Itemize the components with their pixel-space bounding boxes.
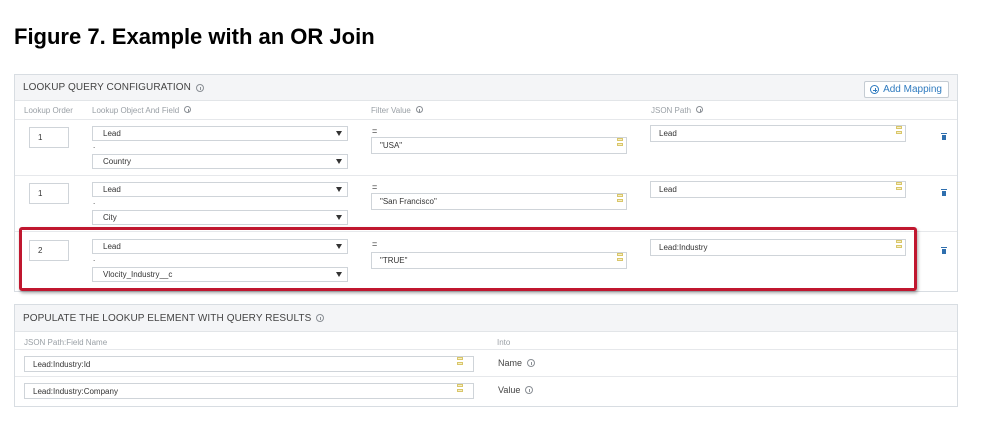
info-icon[interactable] bbox=[696, 106, 704, 113]
col-into: Into bbox=[497, 338, 511, 347]
lookup-object-select[interactable]: Lead bbox=[92, 126, 348, 141]
populate-panel: POPULATE THE LOOKUP ELEMENT WITH QUERY R… bbox=[14, 304, 958, 407]
col-json-path-label: JSON Path bbox=[651, 106, 692, 115]
json-field-input[interactable]: Lead:Industry:Id bbox=[24, 356, 474, 372]
data-field-icon[interactable] bbox=[616, 138, 624, 152]
json-path-input[interactable]: Lead:Industry bbox=[650, 239, 906, 256]
lookup-query-title: LOOKUP QUERY CONFIGURATION bbox=[23, 82, 192, 93]
add-circle-icon bbox=[870, 85, 880, 94]
dropdown-arrow-icon bbox=[336, 130, 342, 136]
data-field-icon[interactable] bbox=[895, 126, 903, 140]
info-icon[interactable] bbox=[525, 386, 534, 394]
populate-row: Lead:Industry:Id Name bbox=[15, 349, 957, 376]
lookup-object-select[interactable]: Lead bbox=[92, 182, 348, 197]
lookup-object-value: Lead bbox=[103, 242, 121, 251]
filter-value-input[interactable]: "San Francisco" bbox=[371, 193, 627, 210]
data-field-icon[interactable] bbox=[456, 384, 464, 398]
lookup-order-input[interactable]: 1 bbox=[29, 127, 69, 148]
json-path-input[interactable]: Lead bbox=[650, 125, 906, 142]
dropdown-arrow-icon bbox=[336, 158, 342, 164]
field-separator: . bbox=[93, 254, 96, 263]
populate-row: Lead:Industry:Company Value bbox=[15, 376, 957, 406]
json-path-input[interactable]: Lead bbox=[650, 181, 906, 198]
delete-row-icon[interactable] bbox=[941, 247, 947, 254]
dropdown-arrow-icon bbox=[336, 214, 342, 220]
add-mapping-button[interactable]: Add Mapping bbox=[864, 81, 949, 98]
col-filter-value: Filter Value bbox=[371, 106, 423, 115]
data-field-icon[interactable] bbox=[616, 253, 624, 267]
lookup-order-input[interactable]: 2 bbox=[29, 240, 69, 261]
field-separator: . bbox=[93, 141, 96, 150]
filter-operator: = bbox=[372, 239, 378, 249]
col-json-field: JSON Path:Field Name bbox=[24, 338, 108, 347]
lookup-object-value: Lead bbox=[103, 185, 121, 194]
populate-title: POPULATE THE LOOKUP ELEMENT WITH QUERY R… bbox=[23, 312, 312, 324]
lookup-field-value: City bbox=[103, 213, 117, 222]
col-lookup-order: Lookup Order bbox=[24, 106, 73, 115]
info-icon[interactable] bbox=[527, 359, 536, 367]
lookup-object-select[interactable]: Lead bbox=[92, 239, 348, 254]
lookup-field-value: Vlocity_Industry__c bbox=[103, 270, 173, 279]
lookup-row: 1 Lead . City = "San Francisco" Lead bbox=[15, 175, 957, 231]
lookup-row: 1 Lead . Country = "USA" Lead bbox=[15, 119, 957, 175]
into-label-text: Name bbox=[498, 358, 523, 368]
filter-value-input[interactable]: "USA" bbox=[371, 137, 627, 154]
filter-value-input[interactable]: "TRUE" bbox=[371, 252, 627, 269]
data-field-icon[interactable] bbox=[616, 194, 624, 208]
filter-operator: = bbox=[372, 126, 378, 136]
filter-operator: = bbox=[372, 182, 378, 192]
dropdown-arrow-icon bbox=[336, 271, 342, 277]
lookup-query-header: LOOKUP QUERY CONFIGURATION bbox=[15, 75, 957, 101]
into-label: Name bbox=[498, 358, 536, 368]
figure-title: Figure 7. Example with an OR Join bbox=[14, 24, 375, 49]
col-lookup-object-label: Lookup Object And Field bbox=[92, 106, 180, 115]
delete-row-icon[interactable] bbox=[941, 133, 947, 140]
info-icon[interactable] bbox=[196, 83, 205, 92]
populate-header: POPULATE THE LOOKUP ELEMENT WITH QUERY R… bbox=[15, 305, 957, 332]
lookup-field-value: Country bbox=[103, 157, 132, 166]
info-icon[interactable] bbox=[415, 106, 423, 113]
lookup-row: 2 Lead . Vlocity_Industry__c = "TRUE" Le… bbox=[15, 231, 957, 291]
data-field-icon[interactable] bbox=[895, 182, 903, 196]
lookup-query-panel: LOOKUP QUERY CONFIGURATION Add Mapping L… bbox=[14, 74, 958, 292]
lookup-field-select[interactable]: City bbox=[92, 210, 348, 225]
data-field-icon[interactable] bbox=[895, 240, 903, 254]
col-filter-value-label: Filter Value bbox=[371, 106, 411, 115]
into-label-text: Value bbox=[498, 385, 521, 395]
lookup-field-select[interactable]: Country bbox=[92, 154, 348, 169]
info-icon[interactable] bbox=[316, 314, 325, 322]
into-label: Value bbox=[498, 385, 534, 395]
col-lookup-object: Lookup Object And Field bbox=[92, 106, 192, 115]
lookup-object-value: Lead bbox=[103, 129, 121, 138]
data-field-icon[interactable] bbox=[456, 357, 464, 371]
dropdown-arrow-icon bbox=[336, 243, 342, 249]
add-mapping-label: Add Mapping bbox=[883, 84, 942, 95]
info-icon[interactable] bbox=[184, 106, 192, 113]
dropdown-arrow-icon bbox=[336, 186, 342, 192]
col-json-path: JSON Path bbox=[651, 106, 704, 115]
lookup-field-select[interactable]: Vlocity_Industry__c bbox=[92, 267, 348, 282]
json-field-input[interactable]: Lead:Industry:Company bbox=[24, 383, 474, 399]
delete-row-icon[interactable] bbox=[941, 189, 947, 196]
lookup-order-input[interactable]: 1 bbox=[29, 183, 69, 204]
field-separator: . bbox=[93, 197, 96, 206]
